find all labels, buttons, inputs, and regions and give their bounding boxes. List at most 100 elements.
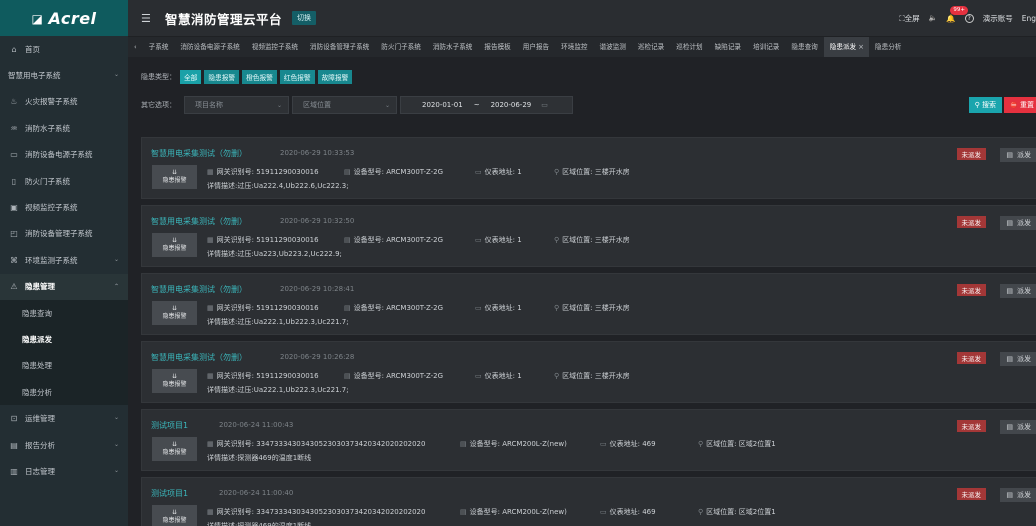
hazard-type-button[interactable]: 橙色报警 bbox=[242, 70, 277, 84]
tab[interactable]: 环境监控 bbox=[555, 37, 593, 57]
record-card: 智慧用电采集测试（勿删） 2020-06-29 10:28:41 ⇊ 隐患报警 ▦ 网关识… bbox=[141, 273, 1036, 335]
gateway-icon: ▦ bbox=[207, 304, 214, 312]
sidebar-item[interactable]: 隐患分析 bbox=[0, 379, 128, 406]
record-date: 2020-06-24 11:00:43 bbox=[219, 421, 294, 429]
status-badge: 未派发 bbox=[956, 420, 986, 432]
search-button[interactable]: ⚲ 搜索 bbox=[968, 97, 1002, 113]
record-area: ⚲ 区域位置: 三楼开水房 bbox=[554, 235, 630, 245]
sound-icon[interactable]: 🔈 bbox=[929, 14, 938, 22]
sidebar-item-label: 消防水子系统 bbox=[25, 123, 70, 133]
area-label: 区域位置: bbox=[562, 168, 595, 176]
notification-button[interactable]: 🔔 99+ bbox=[946, 5, 968, 23]
sidebar-item[interactable]: ⌂ 首页 bbox=[0, 36, 128, 62]
record-title[interactable]: 智慧用电采集测试（勿删） bbox=[151, 352, 247, 363]
sidebar-item[interactable]: 智慧用电子系统 ⌄ bbox=[0, 62, 128, 88]
tab[interactable]: 用户报告 bbox=[517, 37, 555, 57]
sidebar-item[interactable]: ▤ 报告分析 ⌄ bbox=[0, 432, 128, 458]
tab[interactable]: 缺陷记录 bbox=[709, 37, 747, 57]
gateway-value: 51911290030016 bbox=[256, 168, 319, 176]
tab-close-icon[interactable]: × bbox=[858, 37, 870, 57]
tab[interactable]: 巡检计划 bbox=[670, 37, 708, 57]
sidebar-item[interactable]: ◰ 消防设备管理子系统 bbox=[0, 221, 128, 247]
record-title[interactable]: 智慧用电采集测试（勿删） bbox=[151, 216, 247, 227]
tab[interactable]: 消防水子系统 bbox=[427, 37, 479, 57]
date-range-picker[interactable]: 2020-01-01 ~ 2020-06-29 ▭ bbox=[400, 96, 573, 114]
area-value: 三楼开水房 bbox=[594, 236, 630, 244]
tab[interactable]: 子系统 bbox=[143, 37, 175, 57]
sidebar-item[interactable]: ⚠ 隐患管理 ⌃ bbox=[0, 273, 128, 300]
status-badge: 未派发 bbox=[956, 352, 986, 364]
hazard-type-button[interactable]: 故障报警 bbox=[317, 70, 353, 84]
sidebar-item[interactable]: ▣ 视频监控子系统 bbox=[0, 194, 128, 220]
dispatch-button[interactable]: ▤ 派发 bbox=[1000, 420, 1036, 434]
dispatch-button[interactable]: ▤ 派发 bbox=[1000, 488, 1036, 502]
record-description: 详情描述:探测器469的温度1断线 bbox=[207, 522, 312, 526]
model-icon: ▤ bbox=[460, 440, 467, 448]
record-title[interactable]: 测试项目1 bbox=[151, 420, 188, 431]
hazard-type-button[interactable]: 隐患报警 bbox=[204, 70, 240, 84]
record-area: ⚲ 区域位置: 三楼开水房 bbox=[554, 167, 630, 177]
record-title[interactable]: 智慧用电采集测试（勿删） bbox=[151, 148, 247, 159]
model-icon: ▤ bbox=[344, 236, 351, 244]
tab[interactable]: 消防设备管理子系统 bbox=[304, 37, 375, 57]
language-switch[interactable]: Eng bbox=[1022, 14, 1036, 23]
reset-button[interactable]: ⛔ 重置 bbox=[1004, 97, 1036, 113]
sidebar-item[interactable]: ♨ 火灾报警子系统 bbox=[0, 89, 128, 115]
page-title: 智慧消防管理云平台 bbox=[165, 11, 283, 27]
sidebar-item[interactable]: 隐患处理 bbox=[0, 352, 128, 380]
tab[interactable]: 防火门子系统 bbox=[375, 37, 427, 57]
help-icon[interactable]: ? bbox=[964, 13, 974, 23]
tab[interactable]: 培训记录 bbox=[747, 37, 785, 57]
dispatch-button[interactable]: ▤ 派发 bbox=[1000, 284, 1036, 298]
dispatch-button[interactable]: ▤ 派发 bbox=[1000, 148, 1036, 162]
notification-badge: 99+ bbox=[950, 5, 968, 15]
sidebar-item[interactable]: ♒ 消防水子系统 bbox=[0, 115, 128, 141]
gateway-value: 51911290030016 bbox=[256, 372, 319, 380]
sidebar-item[interactable]: 隐患派发 bbox=[0, 326, 128, 353]
record-title[interactable]: 智慧用电采集测试（勿删） bbox=[151, 284, 247, 295]
tab[interactable]: 隐患分析 bbox=[869, 37, 907, 57]
switch-button[interactable]: 切换 bbox=[292, 11, 317, 25]
area-select[interactable]: 区域位置 ⌄ bbox=[292, 96, 397, 114]
tab[interactable]: 隐患查询 bbox=[785, 37, 823, 57]
record-model: ▤ 设备型号: ARCM300T-Z-2G bbox=[344, 167, 443, 177]
tab[interactable]: ‹ bbox=[128, 37, 143, 57]
account-name[interactable]: 演示账号 bbox=[983, 13, 1013, 24]
thumbnail-label: 隐患报警 bbox=[162, 313, 187, 320]
record-model: ▤ 设备型号: ARCM300T-Z-2G bbox=[344, 371, 443, 381]
record-addr: ▭ 仪表地址: 1 bbox=[475, 167, 522, 177]
area-value: 三楼开水房 bbox=[594, 168, 630, 176]
dispatch-label: 派发 bbox=[1017, 219, 1031, 227]
sidebar-item[interactable]: ▯ 防火门子系统 bbox=[0, 168, 128, 194]
menu-toggle-icon[interactable]: ☰ bbox=[141, 12, 155, 25]
model-icon: ▤ bbox=[344, 372, 351, 380]
sidebar-item[interactable]: ▥ 日志管理 ⌄ bbox=[0, 458, 128, 484]
sidebar-item[interactable]: 隐患查询 bbox=[0, 299, 128, 327]
project-select[interactable]: 项目名称 ⌄ bbox=[184, 96, 289, 114]
tab[interactable]: 谐波监测 bbox=[594, 37, 632, 57]
tab[interactable]: 报告模板 bbox=[478, 37, 516, 57]
tab[interactable]: 视频监控子系统 bbox=[246, 37, 304, 57]
hazard-type-button[interactable]: 全部 bbox=[180, 70, 202, 84]
dispatch-button[interactable]: ▤ 派发 bbox=[1000, 352, 1036, 366]
record-card: 测试项目1 2020-06-24 11:00:43 ⇊ 隐患报警 ▦ 网关识别号: 334… bbox=[141, 409, 1036, 471]
date-to[interactable]: 2020-06-29 bbox=[491, 101, 532, 109]
tab[interactable]: 隐患派发 bbox=[823, 37, 863, 57]
tab[interactable]: 消防设备电源子系统 bbox=[174, 37, 245, 57]
addr-icon: ▭ bbox=[475, 168, 482, 176]
model-label: 设备型号: bbox=[353, 372, 387, 380]
sidebar-item[interactable]: ▭ 消防设备电源子系统 bbox=[0, 142, 128, 168]
tab[interactable]: 巡检记录 bbox=[632, 37, 670, 57]
sidebar-item[interactable]: ⊡ 运维管理 ⌄ bbox=[0, 405, 128, 431]
sidebar-item[interactable]: ⌘ 环境监测子系统 ⌄ bbox=[0, 247, 128, 273]
hazard-type-button[interactable]: 红色报警 bbox=[279, 70, 315, 84]
sidebar-item-label: 报告分析 bbox=[25, 440, 55, 450]
dispatch-icon: ▤ bbox=[1006, 219, 1013, 227]
record-title[interactable]: 测试项目1 bbox=[151, 488, 188, 499]
area-value: 三楼开水房 bbox=[594, 304, 630, 312]
dispatch-button[interactable]: ▤ 派发 bbox=[1000, 216, 1036, 230]
date-from[interactable]: 2020-01-01 bbox=[422, 101, 463, 109]
sidebar-item-label: 日志管理 bbox=[25, 466, 55, 476]
fullscreen-button[interactable]: ⛶全屏 bbox=[899, 13, 919, 24]
bell-icon: 🔔 bbox=[946, 13, 956, 23]
